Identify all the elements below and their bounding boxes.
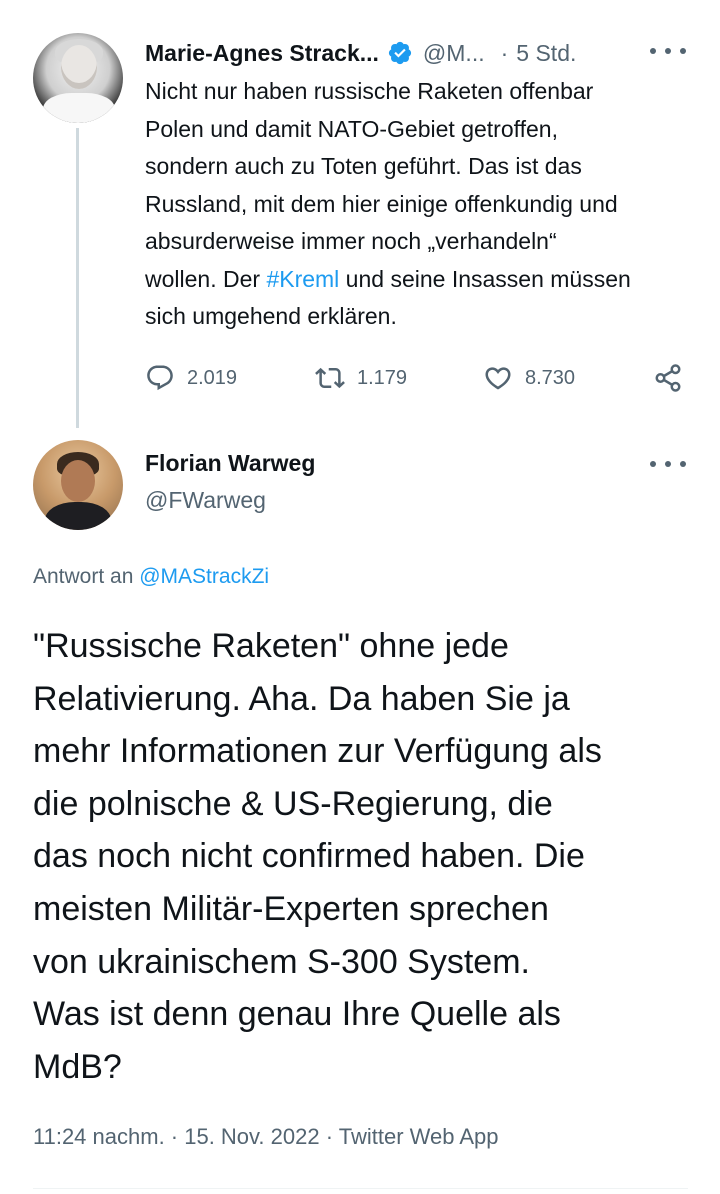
tweet2-line: mehr Informationen zur Verfügung als [33,732,602,771]
tweet1-timestamp[interactable]: 5 Std. [516,40,576,67]
retweet-count: 1.179 [357,366,408,389]
tweet1-action-bar: 2.019 1.179 8.730 [145,358,690,398]
hashtag-kreml[interactable]: #Kreml [266,266,339,292]
reply-mention-link[interactable]: @MAStrackZi [139,565,269,588]
share-icon [655,364,681,392]
tweet2-more-icon[interactable] [650,454,686,474]
reply-context: Antwort an @MAStrackZi [33,565,269,589]
tweet1-author-handle[interactable]: @M... [423,40,485,67]
like-icon [485,367,511,390]
tweet1-more-icon[interactable] [650,41,686,61]
verified-badge-icon [388,41,412,65]
tweet2-line: meisten Militär-Experten sprechen [33,889,549,928]
tweet2-line: "Russische Raketen" ohne jede [33,627,509,665]
tweet1-line: Polen und damit NATO-Gebiet getroffen, [145,115,558,142]
like-count: 8.730 [525,366,576,389]
tweet2-timestamp-source[interactable]: 11:24 nachm. · 15. Nov. 2022 · Twitter W… [33,1124,499,1150]
tweet2-line: MdB? [33,1047,122,1086]
tweet1-line-after-hashtag: und seine Insassen müssen [339,265,631,292]
tweet1-author-name[interactable]: Marie-Agnes Strack... [145,40,379,67]
tweet2-line: das noch nicht confirmed haben. Die [33,837,585,876]
retweet-button[interactable]: 1.179 [315,358,407,398]
reply-count: 2.019 [187,366,238,389]
tweet1-line: sich umgehend erklären. [145,303,397,329]
share-button[interactable] [653,358,695,398]
like-button[interactable]: 8.730 [483,358,575,398]
reply-button[interactable]: 2.019 [145,358,237,398]
tweet2-text: "Russische Raketen" ohne jede Relativier… [33,620,703,1093]
tweet2-line: Was ist denn genau Ihre Quelle als [33,995,561,1034]
tweet1-separator: · [500,39,509,66]
reply-prefix: Antwort an [33,565,140,588]
avatar-marie-agnes[interactable] [33,33,123,123]
tweet2-author-name[interactable]: Florian Warweg [145,450,315,477]
tweet1-line: wollen. Der #Kreml und seine Insassen mü… [145,261,690,299]
tweet1-line: Nicht nur haben russische Raketen offenb… [145,78,594,104]
tweet2-line: von ukrainischem S-300 System. [33,942,530,981]
tweet1-line: absurderweise immer noch „verhandeln“ [145,228,557,254]
tweet1-line-before-hashtag: wollen. Der [145,265,267,292]
tweet2-line: die polnische & US-Regierung, die [33,784,553,823]
avatar-florian-warweg[interactable] [33,440,123,530]
tweet1-text: Nicht nur haben russische Raketen offenb… [145,73,690,336]
thread-connector-line [76,128,79,428]
reply-icon [147,365,173,391]
tweet2-author-handle[interactable]: @FWarweg [145,487,266,514]
tweet1-line: sondern auch zu Toten geführt. Das ist d… [145,153,582,179]
tweet1-header: Marie-Agnes Strack... @M... · 5 Std. [145,36,576,70]
divider [33,1188,688,1189]
tweet1-line: Russland, mit dem hier einige offenkundi… [145,190,618,217]
retweet-icon [315,367,345,389]
tweet2-line: Relativierung. Aha. Da haben Sie ja [33,679,570,718]
